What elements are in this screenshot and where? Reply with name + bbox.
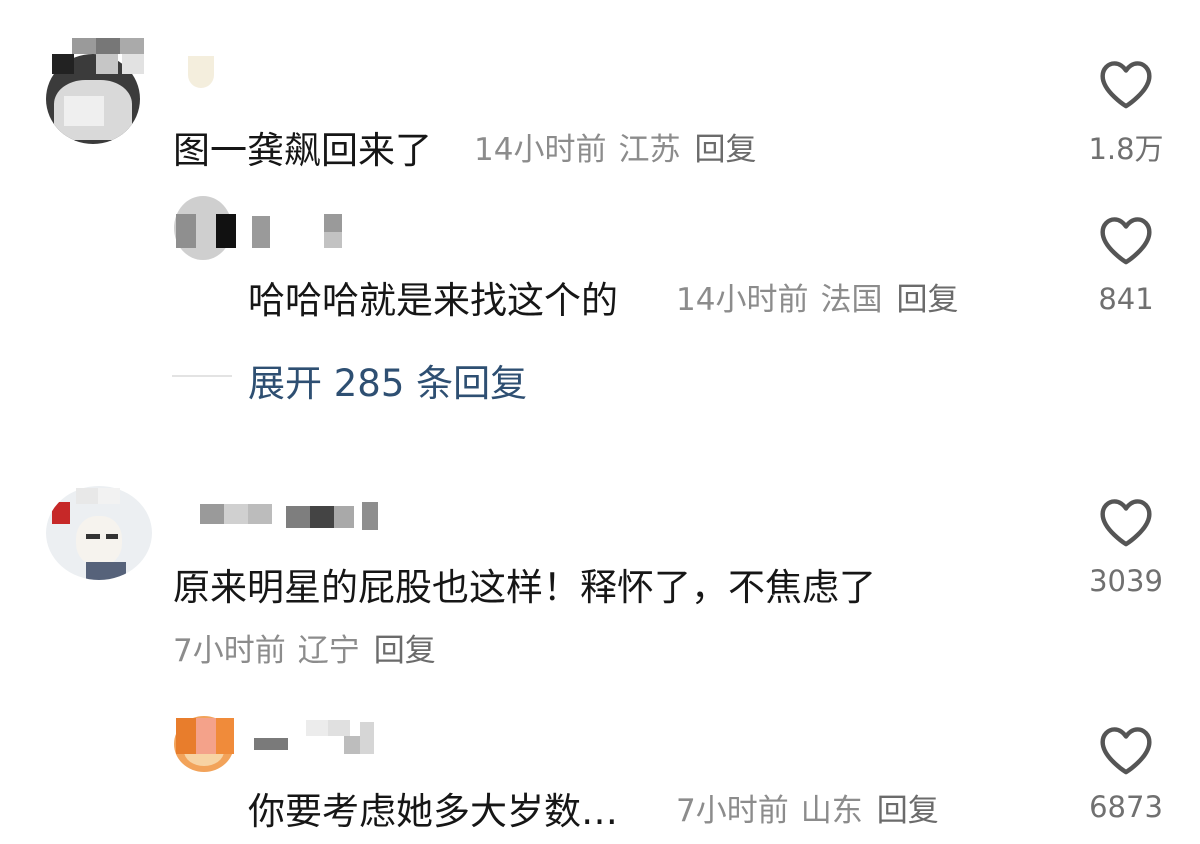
comment-location: 法国 xyxy=(820,282,883,318)
comment-time: 7小时前 xyxy=(676,793,789,829)
comment-text: 你要考虑她多大岁数… xyxy=(248,790,618,833)
comment-meta: 14小时前 法国 回复 xyxy=(676,274,958,319)
like-count: 1.8万 xyxy=(1088,132,1164,166)
username-blurred[interactable] xyxy=(176,718,386,758)
reply-button[interactable]: 回复 xyxy=(896,282,958,318)
username-blurred[interactable] xyxy=(176,214,346,250)
comment-location: 辽宁 xyxy=(297,633,360,669)
expand-replies-button[interactable]: 展开 285 条回复 xyxy=(248,353,527,407)
username-blurred[interactable] xyxy=(76,488,386,534)
heart-outline-icon[interactable] xyxy=(1098,214,1154,266)
comment-location: 江苏 xyxy=(618,132,681,168)
comment-time: 14小时前 xyxy=(474,132,607,168)
reply-button[interactable]: 回复 xyxy=(694,132,756,168)
username-blurred[interactable] xyxy=(50,38,214,88)
reply-button[interactable]: 回复 xyxy=(374,633,436,669)
heart-outline-icon[interactable] xyxy=(1098,496,1154,548)
comment-meta: 7小时前 山东 回复 xyxy=(676,785,939,830)
like-count: 6873 xyxy=(1089,790,1163,824)
comment-location: 山东 xyxy=(800,793,863,829)
heart-outline-icon[interactable] xyxy=(1098,58,1154,110)
comment-text: 原来明星的屁股也这样！释怀了，不焦虑了 xyxy=(173,566,876,609)
comment-time: 7小时前 xyxy=(173,633,286,669)
heart-outline-icon[interactable] xyxy=(1098,724,1154,776)
comment-time: 14小时前 xyxy=(676,282,809,318)
comment-text: 图一龚飙回来了 xyxy=(173,129,432,172)
divider xyxy=(172,375,232,377)
like-count: 3039 xyxy=(1089,564,1163,598)
comment-meta: 14小时前 江苏 回复 xyxy=(474,124,756,169)
reply-button[interactable]: 回复 xyxy=(877,793,939,829)
comment-meta: 7小时前 辽宁 回复 xyxy=(173,625,436,670)
like-count: 841 xyxy=(1098,282,1154,316)
comment-text: 哈哈哈就是来找这个的 xyxy=(248,279,618,322)
